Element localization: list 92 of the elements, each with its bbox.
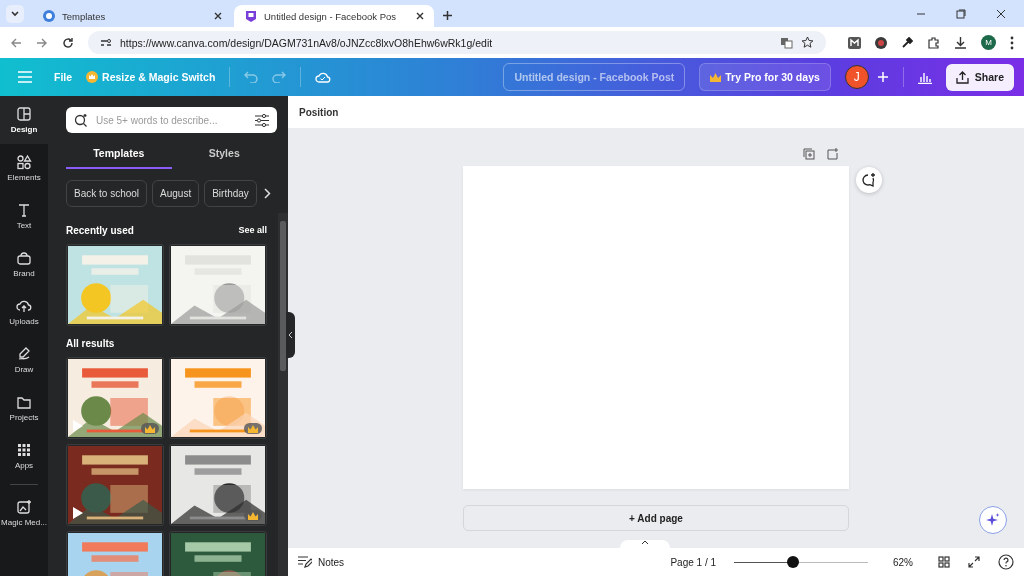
sidebar-item[interactable]: Brand <box>0 240 48 288</box>
shapes-icon <box>16 154 32 170</box>
magic-image-icon <box>16 499 32 515</box>
extension-icon[interactable] <box>875 36 887 49</box>
position-button[interactable]: Position <box>299 106 339 118</box>
close-icon[interactable] <box>996 8 1006 19</box>
profile-avatar[interactable]: M <box>981 35 996 50</box>
play-icon <box>73 507 83 519</box>
sidebar-item[interactable]: Draw <box>0 336 48 384</box>
help-icon[interactable] <box>998 554 1014 570</box>
back-icon[interactable] <box>10 36 22 49</box>
circle-logo-icon <box>42 9 56 23</box>
fullscreen-icon[interactable] <box>968 556 980 568</box>
restore-icon[interactable] <box>956 8 966 19</box>
notes-icon <box>298 556 312 568</box>
browser-tab[interactable]: Templates <box>32 5 232 27</box>
notes-button[interactable]: Notes <box>298 556 345 568</box>
badge-logo-icon <box>244 9 258 23</box>
section-heading: All results <box>66 338 115 349</box>
url-text: https://www.canva.com/design/DAGM731nAv8/oJNZcc8lxvO8hEhw6wRk1g/edit <box>120 36 494 49</box>
chevron-down-icon <box>10 9 20 19</box>
address-bar[interactable]: https://www.canva.com/design/DAGM731nAv8/oJNZcc8lxvO8hEhw6wRk1g/edit <box>88 31 826 54</box>
extension-icon[interactable] <box>848 36 861 49</box>
tab-list-button[interactable] <box>6 5 24 23</box>
filter-icon[interactable] <box>255 113 269 127</box>
site-settings-icon[interactable] <box>100 37 112 48</box>
download-icon[interactable] <box>954 36 967 49</box>
panel-tab[interactable]: Templates <box>66 139 172 169</box>
sparkle-icon <box>986 513 1000 527</box>
cloud-icon[interactable] <box>315 71 332 83</box>
see-all-link[interactable]: See all <box>238 225 267 236</box>
slider-thumb[interactable] <box>786 555 799 568</box>
sidebar-item[interactable]: Design <box>0 96 48 144</box>
chevron-up-icon <box>641 540 649 545</box>
new-tab-icon[interactable] <box>442 10 453 21</box>
sidebar-item[interactable]: Magic Med... <box>0 489 48 537</box>
crown-icon <box>86 71 99 83</box>
pen-icon <box>16 346 32 362</box>
translate-icon[interactable] <box>780 36 793 49</box>
sidebar-item[interactable]: Projects <box>0 384 48 432</box>
search-bar[interactable]: Use 5+ words to describe... <box>66 107 277 133</box>
sidebar-item[interactable]: Text <box>0 192 48 240</box>
bag-icon <box>16 250 32 266</box>
add-page-icon[interactable] <box>827 148 839 160</box>
page-indicator[interactable]: Page 1 / 1 <box>670 556 716 568</box>
crown-icon <box>710 72 722 82</box>
crown-icon <box>248 511 258 520</box>
zoom-slider[interactable] <box>734 556 868 568</box>
duplicate-icon[interactable] <box>803 148 815 160</box>
plus-icon[interactable] <box>876 71 889 83</box>
more-icon[interactable] <box>1010 35 1014 50</box>
puzzle-icon[interactable] <box>927 36 940 49</box>
eyedropper-icon[interactable] <box>901 36 913 49</box>
comment-button[interactable] <box>856 167 882 193</box>
collapse-handle[interactable] <box>286 312 295 358</box>
sidebar-item[interactable]: Apps <box>0 432 48 480</box>
close-icon[interactable] <box>214 12 222 20</box>
crown-icon <box>248 424 258 433</box>
browser-tab[interactable]: Untitled design - Facebook Pos <box>234 5 434 27</box>
filter-chip[interactable]: Birthday <box>204 180 257 207</box>
pages-toggle[interactable] <box>620 540 670 548</box>
user-avatar[interactable]: J <box>844 65 869 89</box>
analytics-icon[interactable] <box>917 70 932 84</box>
layout-icon <box>16 106 32 122</box>
folder-icon <box>16 394 32 410</box>
scrollbar-thumb[interactable] <box>280 221 286 371</box>
apps-grid-icon <box>16 442 32 458</box>
chevron-left-icon <box>288 331 293 339</box>
magic-assistant-button[interactable] <box>979 506 1007 534</box>
section-heading: Recently used <box>66 225 134 236</box>
forward-icon[interactable] <box>36 36 48 49</box>
sidebar-item[interactable]: Uploads <box>0 288 48 336</box>
try-pro-button[interactable]: Try Pro for 30 days <box>699 63 831 91</box>
crown-icon <box>145 424 155 433</box>
chevron-right-icon[interactable] <box>263 188 271 199</box>
share-button[interactable]: Share <box>945 63 1014 91</box>
zoom-reading[interactable]: 62% <box>886 556 920 568</box>
cloud-upload-icon <box>16 298 32 314</box>
add-page-button[interactable]: + Add page <box>463 505 849 531</box>
text-icon <box>16 202 32 218</box>
filter-chip[interactable]: August <box>152 180 200 207</box>
magic-search-icon <box>74 113 88 127</box>
add-comment-icon <box>861 172 877 188</box>
upload-icon <box>955 70 969 84</box>
close-icon[interactable] <box>416 12 424 20</box>
star-icon[interactable] <box>801 36 814 49</box>
reload-icon[interactable] <box>62 36 74 49</box>
play-icon <box>73 420 83 432</box>
panel-tab[interactable]: Styles <box>171 139 277 169</box>
sidebar-item[interactable]: Elements <box>0 144 48 192</box>
grid-view-icon[interactable] <box>938 556 950 568</box>
filter-chip[interactable]: Back to school <box>66 180 148 207</box>
